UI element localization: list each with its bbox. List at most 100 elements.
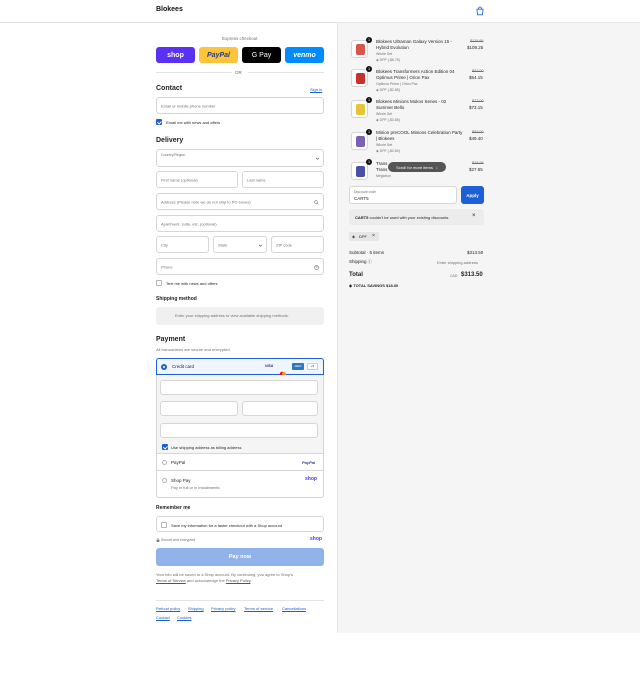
shop-pay-subtitle: Pay in full or in installments	[171, 485, 220, 490]
product-thumbnail	[351, 100, 368, 118]
price: $27.55	[469, 167, 483, 172]
total-savings: ◈ TOTAL SAVINGS $18.00	[349, 283, 399, 288]
tag-icon: ◈	[352, 234, 356, 239]
brand-logo[interactable]: Blokees	[156, 6, 183, 13]
paypal-radio[interactable]	[162, 460, 167, 465]
subtotal-label: Subtotal · 5 items	[349, 250, 385, 255]
product-name-line2: Optimus Prime | Orion Pax	[376, 75, 430, 80]
pay-now-button[interactable]: Pay now	[156, 548, 324, 566]
chevron-down-icon	[258, 244, 263, 247]
discount-tag: ◈ DPF (-$2.60)	[376, 149, 400, 153]
save-info-checkbox[interactable]	[161, 521, 167, 528]
billing-address-checkbox[interactable]	[162, 444, 168, 450]
city-field[interactable]: City	[156, 236, 209, 253]
paypal-option[interactable]: PayPal PayPal	[157, 455, 323, 471]
product-image	[356, 44, 365, 55]
price: $73.15	[469, 105, 483, 110]
shop-pay-label: Shop Pay	[171, 478, 191, 483]
discount-tag: ◈ DPF (-$3.85)	[376, 118, 400, 122]
paypal-logo: PayPal	[302, 460, 316, 465]
price: $49.40	[469, 136, 483, 141]
legal-text: Your info will be saved to a Shop accoun…	[156, 572, 293, 577]
product-name: Blokees Ultraman Galaxy Version 15 -	[376, 39, 453, 44]
shop-pay-option[interactable]: Shop Pay Pay in full or in installments …	[157, 472, 323, 497]
divider-right	[248, 72, 324, 73]
shipping-label: Shipping ⓘ	[349, 259, 372, 264]
last-name-field[interactable]: Last name	[242, 171, 324, 188]
address-field[interactable]: Address (Please note we do not ship to P…	[156, 193, 324, 210]
close-icon[interactable]: ×	[472, 213, 476, 219]
text-offers-checkbox[interactable]	[156, 280, 162, 286]
phone-field[interactable]: Phone	[156, 258, 324, 275]
total-value: $313.50	[461, 272, 483, 278]
chevron-down-icon	[315, 157, 320, 160]
discount-code-field[interactable]: Discount code CART5	[349, 186, 457, 204]
subtotal-value: $313.50	[467, 250, 484, 255]
discount-tag: ◈ DPF (-$2.85)	[376, 88, 400, 92]
shop-pay-radio[interactable]	[162, 478, 167, 483]
scroll-hint-pill[interactable]: Scroll for more items ↓	[388, 162, 446, 172]
mastercard-icon	[278, 364, 288, 377]
product-thumbnail	[351, 69, 368, 87]
payment-subtitle: All transactions are secure and encrypte…	[156, 347, 231, 352]
product-name-line2: | Blokees	[376, 136, 395, 141]
paypal-express-button[interactable]: PayPal	[199, 47, 238, 63]
quantity-badge: 1	[366, 37, 372, 43]
currency-label: CAD	[450, 274, 458, 278]
footer-link-refund[interactable]: Refund policy	[156, 606, 180, 611]
shipping-value: Enter shipping address	[437, 259, 478, 265]
text-offers-label: Text me with news and offers	[166, 281, 218, 286]
credit-card-radio[interactable]	[161, 364, 167, 370]
info-icon[interactable]: ⓘ	[368, 259, 372, 264]
apartment-field[interactable]: Apartment, suite, etc. (optional)	[156, 215, 324, 232]
card-number-field[interactable]	[160, 380, 318, 395]
original-price: $52.00	[472, 130, 484, 134]
remove-tag-icon[interactable]: ×	[372, 233, 375, 239]
save-info-option[interactable]: Save my information for a faster checkou…	[156, 516, 324, 532]
footer-link-terms[interactable]: Terms of service	[244, 606, 273, 611]
terms-link[interactable]: Terms of Service	[156, 578, 186, 583]
footer-link-contact[interactable]: Contact	[156, 615, 170, 620]
product-name-line2: Hybrid Evolution	[376, 45, 409, 50]
first-name-field[interactable]: First name (optional)	[156, 171, 238, 188]
google-pay-express-button[interactable]: G Pay	[242, 47, 281, 63]
zip-field[interactable]: ZIP code	[271, 236, 324, 253]
country-select[interactable]: Country/Region	[156, 149, 324, 167]
card-expiry-field[interactable]	[160, 401, 238, 416]
venmo-express-button[interactable]: venmo	[285, 47, 324, 63]
footer-link-cancellations[interactable]: Cancellations	[282, 606, 306, 611]
footer-link-privacy[interactable]: Privacy policy	[211, 606, 235, 611]
sign-in-link[interactable]: Sign in	[310, 87, 322, 92]
price: $54.15	[469, 75, 483, 80]
product-image	[356, 104, 365, 115]
card-name-field[interactable]	[160, 423, 318, 438]
visa-icon: VISA	[265, 364, 274, 368]
product-name: Blokees Minions Mokos Series - 02	[376, 99, 447, 104]
more-cards-badge: +5	[307, 363, 318, 370]
payment-heading: Payment	[156, 336, 186, 343]
help-icon[interactable]	[314, 265, 319, 270]
shop-logo: shop	[310, 536, 322, 542]
shop-pay-express-button[interactable]: shop	[156, 47, 195, 63]
quantity-badge: 1	[366, 129, 372, 135]
state-select[interactable]: State	[213, 236, 267, 253]
shop-pay-logo: shop	[305, 476, 317, 482]
product-image	[356, 73, 365, 84]
billing-address-label: Use shipping address as billing address	[171, 445, 242, 450]
product-variant: Whole Set	[376, 143, 393, 147]
product-variant: Optimus Prime | Orion Pax	[376, 82, 418, 86]
discount-code-value: CART5	[354, 196, 369, 201]
footer-link-shipping[interactable]: Shipping	[188, 606, 204, 611]
email-field[interactable]: Email or mobile phone number	[156, 97, 324, 114]
card-cvc-field[interactable]	[242, 401, 318, 416]
shopping-bag-icon[interactable]	[475, 6, 485, 16]
footer-link-cookies[interactable]: Cookies	[177, 615, 191, 620]
remember-me-heading: Remember me	[156, 505, 191, 511]
news-checkbox[interactable]	[156, 119, 162, 125]
product-name: Blokees Transformers Action Edition 04	[376, 69, 455, 74]
credit-card-option[interactable]: Credit card VISA AMEX +5	[156, 358, 324, 377]
privacy-link[interactable]: Privacy Policy	[226, 578, 251, 583]
product-thumbnail	[351, 132, 368, 150]
product-name: Minion preCOOL Minions Celebration Party	[376, 130, 463, 135]
apply-button[interactable]: Apply	[461, 186, 484, 204]
